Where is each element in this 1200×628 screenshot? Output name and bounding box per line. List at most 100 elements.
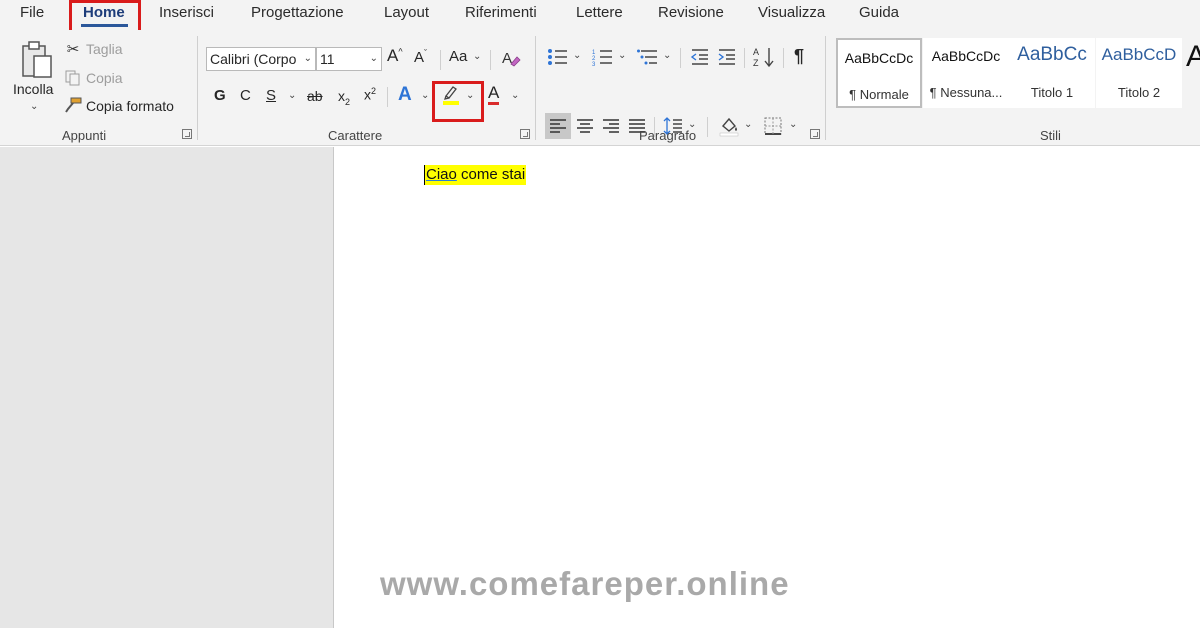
shrink-font-button[interactable]: Aˇ <box>414 48 427 66</box>
borders-icon[interactable] <box>762 115 784 137</box>
group-label-appunti: Appunti <box>62 128 107 143</box>
divider <box>744 48 745 68</box>
tab-file[interactable]: File <box>20 4 44 26</box>
bullets-icon[interactable] <box>546 46 570 68</box>
divider <box>783 48 784 68</box>
divider <box>707 117 708 137</box>
divider <box>490 50 491 70</box>
show-formatting-marks-button[interactable]: ¶ <box>794 46 804 67</box>
style-name: ¶ Normale <box>849 87 909 102</box>
tab-guida[interactable]: Guida <box>859 4 899 26</box>
chevron-down-icon: ⌄ <box>369 53 378 64</box>
bold-button[interactable]: G <box>214 87 226 104</box>
svg-text:Z: Z <box>753 58 759 68</box>
font-size-value: 11 <box>320 51 335 67</box>
document-page[interactable] <box>335 147 1200 628</box>
group-label-paragrafo: Paragrafo <box>639 128 697 143</box>
align-center-icon[interactable] <box>574 115 596 137</box>
chevron-down-icon[interactable]: ⌄ <box>511 90 519 101</box>
chevron-down-icon[interactable]: ⌄ <box>618 50 626 61</box>
sort-icon[interactable]: AZ <box>752 45 776 69</box>
svg-text:3: 3 <box>592 62 596 66</box>
paste-chevron-down-icon[interactable]: ⌄ <box>30 101 38 112</box>
text-effects-button[interactable]: A <box>398 84 412 106</box>
chevron-down-icon[interactable]: ⌄ <box>288 90 296 101</box>
font-family-select[interactable]: Calibri (Corpo ⌄ <box>206 47 316 71</box>
shading-icon[interactable] <box>717 114 741 138</box>
increase-indent-icon[interactable] <box>716 46 738 68</box>
numbering-icon[interactable]: 123 <box>591 46 615 68</box>
align-left-icon[interactable] <box>547 115 569 137</box>
font-family-value: Calibri (Corpo <box>210 51 297 67</box>
chevron-down-icon[interactable]: ⌄ <box>789 119 797 130</box>
highlighted-document-text[interactable]: Ciao come stai <box>425 165 527 185</box>
cut-button[interactable]: Taglia <box>86 41 123 57</box>
divider <box>680 48 681 68</box>
tab-inserisci[interactable]: Inserisci <box>159 4 214 26</box>
document-text-rest: come stai <box>456 166 526 183</box>
svg-text:A: A <box>502 50 512 67</box>
carattere-dialog-launcher-icon[interactable] <box>520 129 530 139</box>
style-titolo-2[interactable]: AaBbCcD Titolo 2 <box>1096 38 1182 108</box>
tab-revisione[interactable]: Revisione <box>658 4 724 26</box>
style-sample: AaBbCc <box>1017 44 1087 65</box>
style-titolo-sample-partial[interactable]: A <box>1186 40 1200 74</box>
font-size-select[interactable]: 11 ⌄ <box>316 47 382 71</box>
paragrafo-dialog-launcher-icon[interactable] <box>810 129 820 139</box>
document-word: Ciao <box>426 166 457 183</box>
watermark-text: www.comefareper.online <box>380 565 790 602</box>
format-painter-button[interactable]: Copia formato <box>86 98 174 114</box>
svg-text:A: A <box>753 47 759 57</box>
subscript-button[interactable]: x2 <box>338 88 350 107</box>
style-normale[interactable]: AaBbCcDc ¶ Normale <box>836 38 922 108</box>
group-divider <box>825 36 826 140</box>
tab-layout[interactable]: Layout <box>384 4 429 26</box>
style-nessuna-spaziatura[interactable]: AaBbCcDc ¶ Nessuna... <box>923 38 1009 108</box>
chevron-down-icon[interactable]: ⌄ <box>573 50 581 61</box>
document-left-margin <box>0 147 334 628</box>
style-titolo-1[interactable]: AaBbCc Titolo 1 <box>1009 38 1095 108</box>
ribbon-tab-bar: File Home Inserisci Progettazione Layout… <box>0 0 1200 30</box>
grow-font-button[interactable]: A^ <box>387 46 403 66</box>
superscript-button[interactable]: x2 <box>364 86 376 103</box>
copy-button[interactable]: Copia <box>86 70 123 86</box>
text-cursor <box>424 165 425 185</box>
divider <box>387 87 388 107</box>
align-right-icon[interactable] <box>600 115 622 137</box>
scissors-icon[interactable]: ✂ <box>65 40 81 58</box>
italic-button[interactable]: C <box>240 87 251 104</box>
font-color-button[interactable]: A <box>488 84 500 105</box>
style-name: Titolo 2 <box>1117 85 1161 100</box>
chevron-down-icon: ⌄ <box>303 53 312 64</box>
chevron-down-icon[interactable]: ⌄ <box>421 90 429 101</box>
chevron-down-icon[interactable]: ⌄ <box>663 50 671 61</box>
strikethrough-button[interactable]: ab <box>307 88 323 104</box>
style-sample: AaBbCcDc <box>844 50 914 66</box>
tab-lettere[interactable]: Lettere <box>576 4 623 26</box>
multilevel-list-icon[interactable] <box>636 46 660 68</box>
ribbon: Incolla ⌄ ✂ Taglia Copia Copia formato A… <box>0 30 1200 146</box>
tab-visualizza[interactable]: Visualizza <box>758 4 825 26</box>
style-sample: AaBbCcD <box>1101 45 1177 64</box>
group-divider <box>535 36 536 140</box>
style-name: ¶ Nessuna... <box>929 85 1003 100</box>
change-case-button[interactable]: Aa <box>449 48 467 65</box>
divider <box>440 50 441 70</box>
clear-formatting-icon[interactable]: A <box>500 47 522 69</box>
tab-progettazione[interactable]: Progettazione <box>251 4 344 26</box>
tab-riferimenti[interactable]: Riferimenti <box>465 4 537 26</box>
decrease-indent-icon[interactable] <box>689 46 711 68</box>
chevron-down-icon[interactable]: ⌄ <box>473 51 481 62</box>
copy-icon[interactable] <box>64 69 82 87</box>
group-label-carattere: Carattere <box>328 128 383 143</box>
paste-icon[interactable] <box>18 38 56 82</box>
format-painter-icon[interactable] <box>63 96 83 114</box>
style-sample: AaBbCcDc <box>931 48 1001 64</box>
paste-button[interactable]: Incolla <box>13 81 53 97</box>
group-label-stili: Stili <box>1040 128 1061 143</box>
appunti-dialog-launcher-icon[interactable] <box>182 129 192 139</box>
chevron-down-icon[interactable]: ⌄ <box>744 119 752 130</box>
style-name: Titolo 1 <box>1030 85 1074 100</box>
highlight-button-annotation-box <box>432 81 484 122</box>
underline-button[interactable]: S <box>266 87 276 104</box>
